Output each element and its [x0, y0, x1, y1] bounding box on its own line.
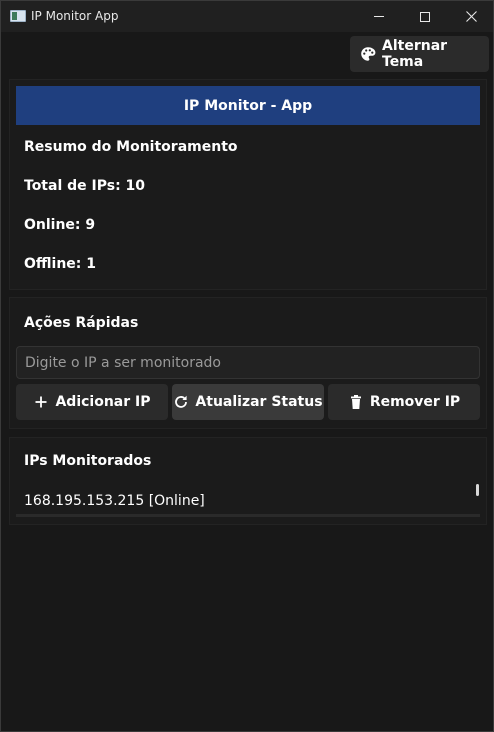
maximize-button[interactable]	[402, 1, 448, 32]
add-ip-button[interactable]: Adicionar IP	[16, 384, 168, 420]
add-ip-label: Adicionar IP	[55, 394, 151, 410]
remove-ip-label: Remover IP	[369, 394, 461, 410]
app-icon	[10, 10, 26, 22]
window-title: IP Monitor App	[31, 9, 119, 23]
refresh-status-label: Atualizar Status	[195, 394, 323, 410]
refresh-status-button[interactable]: Atualizar Status	[172, 384, 324, 420]
remove-ip-button[interactable]: Remover IP	[328, 384, 480, 420]
summary-heading: Resumo do Monitoramento	[24, 139, 238, 155]
title-bar: IP Monitor App	[1, 1, 493, 32]
app-window: IP Monitor App Alternar Tema IP Monitor …	[0, 0, 494, 732]
list-divider	[16, 514, 480, 517]
minimize-icon	[374, 16, 384, 17]
offline-stat: Offline: 1	[24, 256, 97, 272]
refresh-icon	[173, 394, 189, 410]
toggle-theme-label: Alternar Tema	[382, 38, 448, 70]
ip-input[interactable]	[16, 346, 480, 379]
minimize-button[interactable]	[356, 1, 402, 32]
palette-icon	[360, 46, 376, 62]
toggle-theme-button[interactable]: Alternar Tema	[350, 36, 489, 72]
quick-actions-heading: Ações Rápidas	[24, 315, 139, 331]
list-scrollbar[interactable]	[476, 484, 479, 496]
list-item[interactable]: 168.195.153.215 [Online]	[24, 493, 205, 509]
close-button[interactable]	[448, 1, 494, 32]
total-ips-stat: Total de IPs: 10	[24, 178, 146, 194]
monitored-ips-heading: IPs Monitorados	[24, 453, 152, 469]
close-icon	[465, 11, 477, 22]
page-title: IP Monitor - App	[16, 86, 480, 125]
monitored-ips-list[interactable]: 168.195.153.215 [Online]	[16, 485, 480, 517]
trash-icon	[348, 394, 364, 410]
plus-icon	[33, 394, 49, 410]
maximize-icon	[420, 11, 430, 22]
online-stat: Online: 9	[24, 217, 96, 233]
